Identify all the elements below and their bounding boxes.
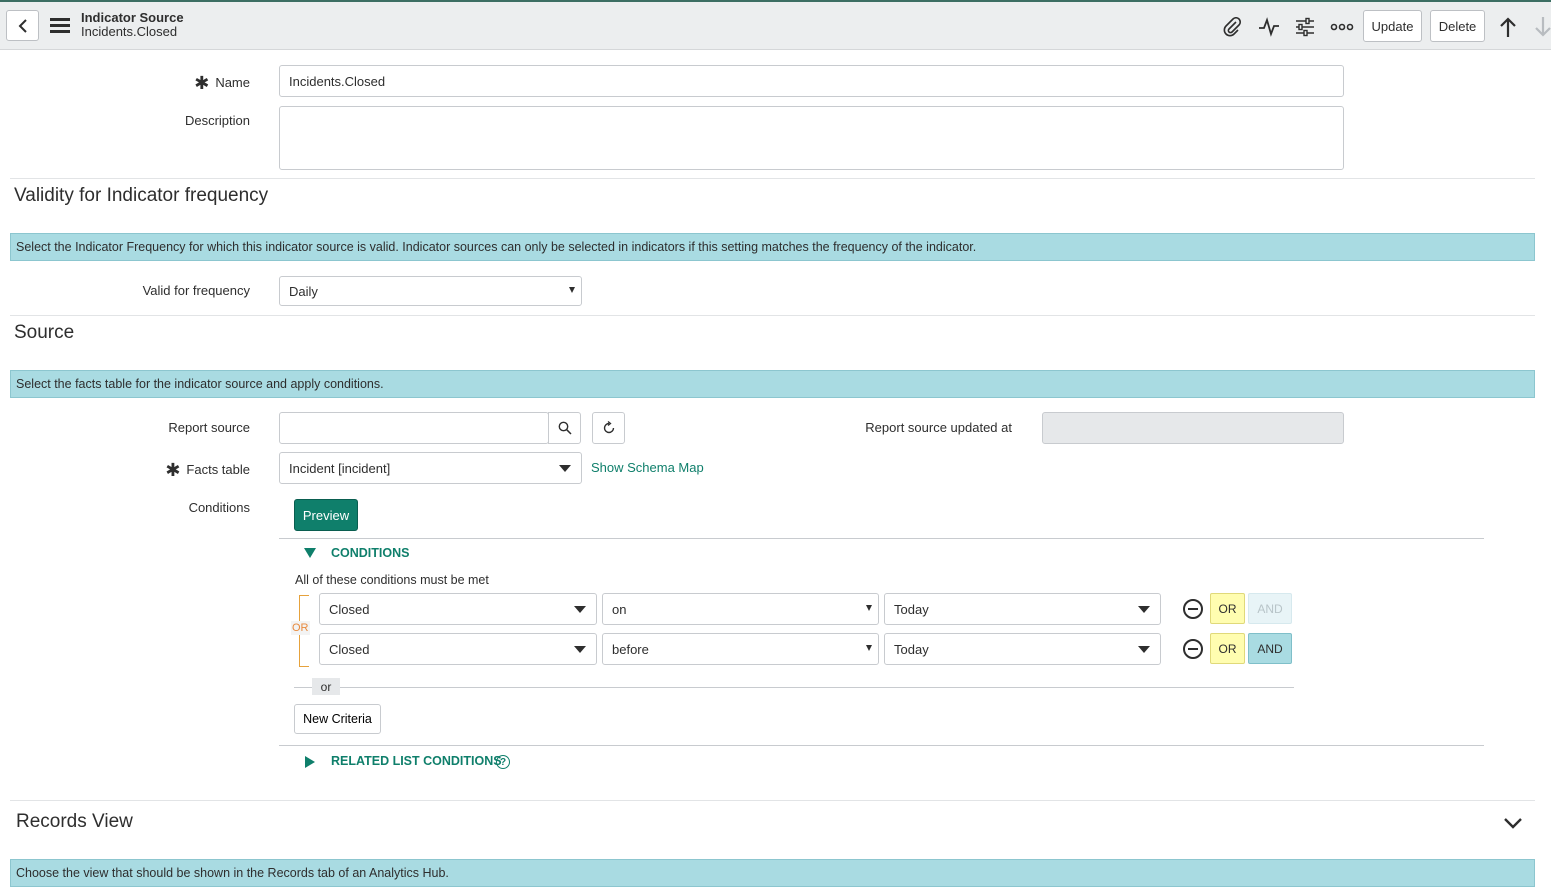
condition-operator-value: before xyxy=(612,641,649,657)
caret-down-icon xyxy=(559,465,571,472)
expand-triangle-icon[interactable] xyxy=(305,756,315,768)
condition-value-select[interactable]: Today xyxy=(884,633,1161,665)
report-source-input[interactable] xyxy=(279,412,549,444)
related-conditions-divider xyxy=(279,745,1484,746)
records-view-section-title: Records View xyxy=(16,811,133,832)
condition-field-value: Closed xyxy=(329,601,370,617)
remove-condition-icon[interactable] xyxy=(1183,639,1203,659)
arrow-down-icon[interactable] xyxy=(1531,16,1551,38)
or-condition-button[interactable]: OR xyxy=(1210,593,1245,624)
and-condition-button[interactable]: AND xyxy=(1248,633,1292,664)
validity-info-message: Select the Indicator Frequency for which… xyxy=(10,233,1535,261)
condition-value-select[interactable]: Today xyxy=(884,593,1161,625)
form-header: Indicator Source Incidents.Closed Update… xyxy=(0,0,1551,50)
condition-field-select[interactable]: Closed xyxy=(319,633,597,665)
facts-table-value: Incident [incident] xyxy=(289,460,391,476)
source-section-title: Source xyxy=(14,322,75,343)
name-label: ✱ Name xyxy=(194,73,250,93)
condition-value-value: Today xyxy=(894,641,929,657)
report-source-label: Report source xyxy=(168,420,250,435)
required-asterisk-icon: ✱ xyxy=(165,460,181,480)
delete-button[interactable]: Delete xyxy=(1430,10,1485,42)
caret-down-icon xyxy=(574,646,586,653)
lookup-search-button[interactable] xyxy=(548,412,581,444)
refresh-icon xyxy=(603,421,614,434)
conditions-label: Conditions xyxy=(188,500,250,515)
refresh-button[interactable] xyxy=(592,412,625,444)
remove-condition-icon[interactable] xyxy=(1183,599,1203,619)
or-group-tag: OR xyxy=(291,621,310,635)
caret-down-icon xyxy=(569,287,575,293)
records-view-info-message: Choose the view that should be shown in … xyxy=(10,859,1535,887)
facts-table-label: ✱ Facts table xyxy=(165,460,250,480)
section-divider xyxy=(10,315,1535,316)
condition-operator-value: on xyxy=(612,601,627,617)
help-icon[interactable]: ? xyxy=(496,755,510,769)
conditions-must-be-met-text: All of these conditions must be met xyxy=(295,573,489,587)
or-separator-label: or xyxy=(312,678,340,695)
arrow-up-icon[interactable] xyxy=(1496,16,1520,38)
settings-sliders-icon[interactable] xyxy=(1293,16,1317,38)
description-label: Description xyxy=(184,113,250,128)
record-name-subtitle: Incidents.Closed xyxy=(81,24,178,39)
section-divider xyxy=(10,178,1535,179)
facts-table-select[interactable]: Incident [incident] xyxy=(279,452,582,484)
attachment-icon[interactable] xyxy=(1220,16,1244,38)
caret-down-icon xyxy=(574,606,586,613)
chevron-left-icon xyxy=(18,18,27,33)
menu-icon[interactable] xyxy=(50,18,70,34)
related-list-conditions-header[interactable]: RELATED LIST CONDITIONS xyxy=(331,754,502,768)
or-condition-button[interactable]: OR xyxy=(1210,633,1245,664)
conditions-header[interactable]: CONDITIONS xyxy=(331,546,409,560)
description-textarea[interactable] xyxy=(279,106,1344,170)
show-schema-map-link[interactable]: Show Schema Map xyxy=(591,460,704,475)
section-divider xyxy=(10,800,1535,801)
condition-value-value: Today xyxy=(894,601,929,617)
update-button[interactable]: Update xyxy=(1363,10,1422,42)
source-info-message: Select the facts table for the indicator… xyxy=(10,370,1535,398)
conditions-top-divider xyxy=(279,538,1484,539)
chevron-down-icon[interactable] xyxy=(1502,815,1524,831)
caret-down-icon xyxy=(866,645,872,651)
new-criteria-button[interactable]: New Criteria xyxy=(294,704,381,734)
collapse-triangle-icon[interactable] xyxy=(304,548,316,558)
record-type-title: Indicator Source xyxy=(81,10,184,25)
caret-down-icon xyxy=(1138,606,1150,613)
condition-operator-select[interactable]: on xyxy=(602,593,879,625)
frequency-value: Daily xyxy=(289,283,318,299)
validity-section-title: Validity for Indicator frequency xyxy=(14,185,269,206)
search-icon xyxy=(558,421,572,435)
required-asterisk-icon: ✱ xyxy=(194,73,210,93)
caret-down-icon xyxy=(866,605,872,611)
condition-field-value: Closed xyxy=(329,641,370,657)
frequency-select[interactable]: Daily xyxy=(279,276,582,306)
more-options-icon[interactable] xyxy=(1330,16,1354,38)
name-input[interactable]: Incidents.Closed xyxy=(279,65,1344,97)
condition-operator-select[interactable]: before xyxy=(602,633,879,665)
report-updated-label: Report source updated at xyxy=(865,420,1012,435)
form-title: Indicator Source Incidents.Closed xyxy=(81,11,184,39)
activity-icon[interactable] xyxy=(1257,16,1281,38)
or-separator-line xyxy=(294,687,1294,688)
frequency-label: Valid for frequency xyxy=(142,283,250,298)
condition-field-select[interactable]: Closed xyxy=(319,593,597,625)
and-condition-button: AND xyxy=(1248,593,1292,624)
back-button[interactable] xyxy=(6,10,39,41)
preview-button[interactable]: Preview xyxy=(294,499,358,531)
report-updated-field xyxy=(1042,412,1344,444)
caret-down-icon xyxy=(1138,646,1150,653)
